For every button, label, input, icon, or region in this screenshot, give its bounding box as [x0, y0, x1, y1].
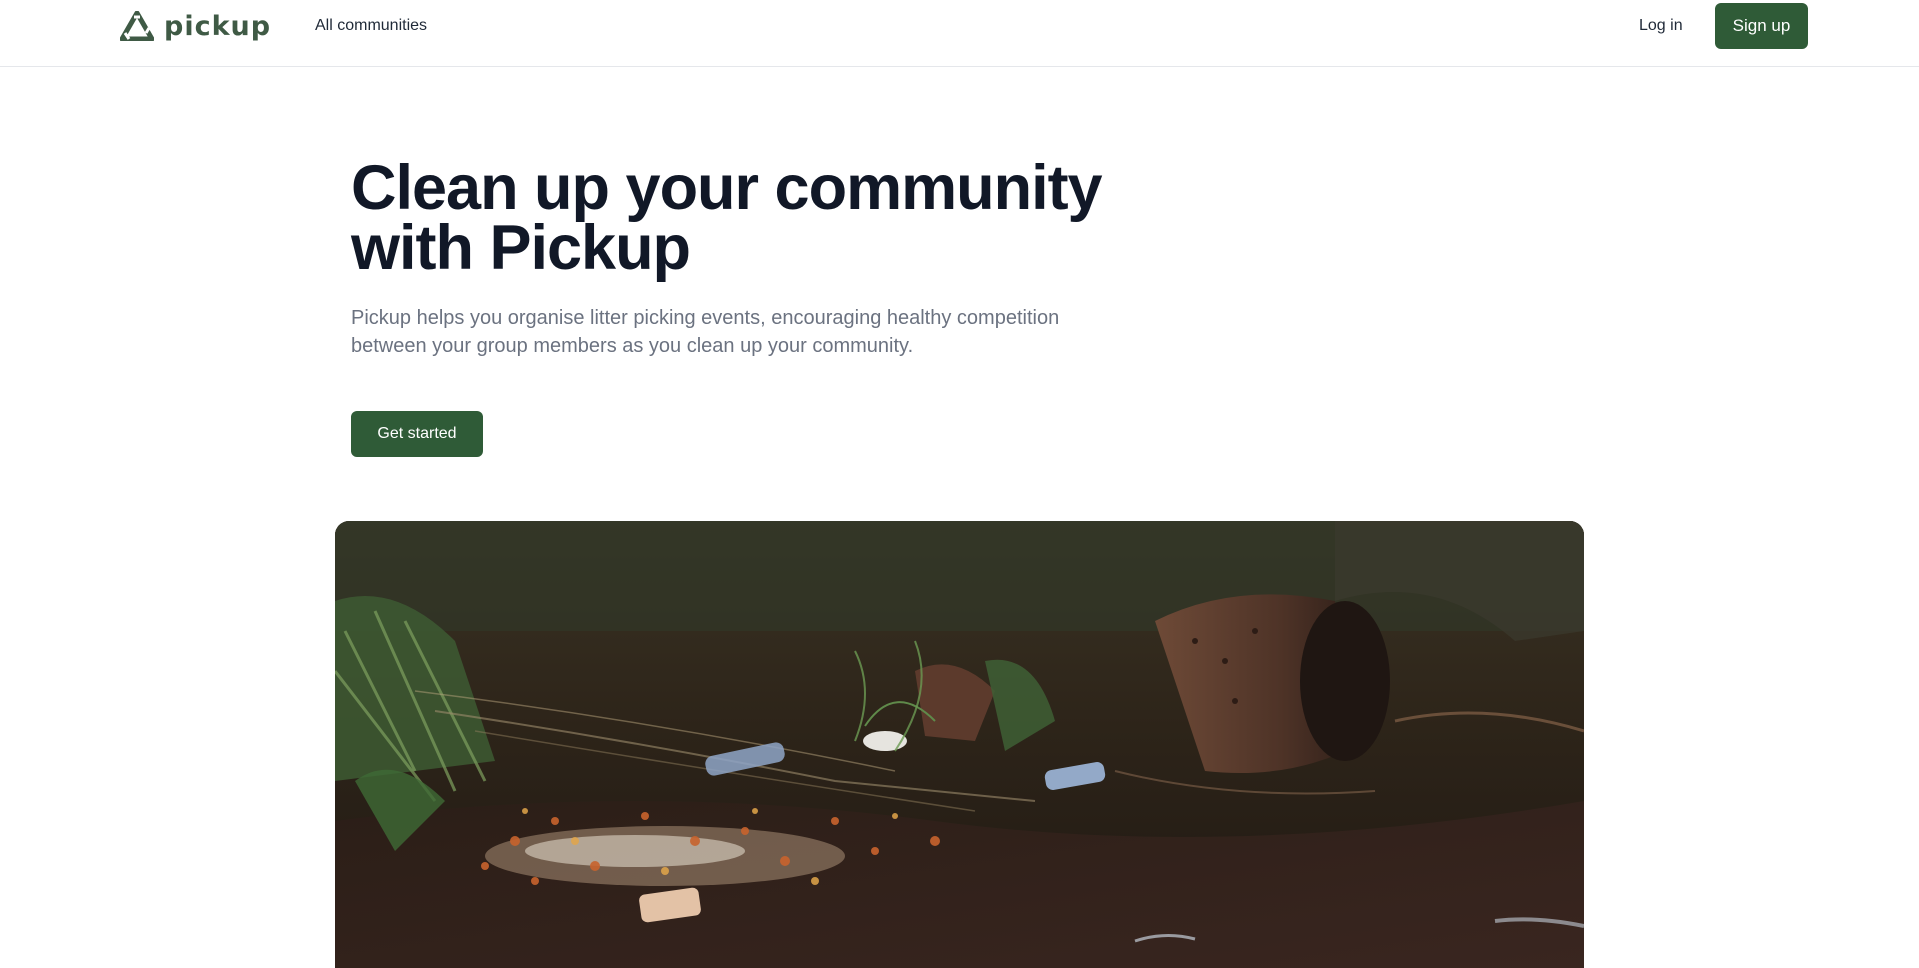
hero-section: Clean up your community with Pickup Pick… [351, 157, 1111, 360]
recycle-triangle-icon [120, 11, 154, 41]
litter-stream-photo [335, 521, 1584, 968]
brand-logo[interactable]: pickup [120, 10, 271, 42]
nav-all-communities[interactable]: All communities [315, 16, 427, 36]
signup-button[interactable]: Sign up [1715, 3, 1808, 49]
brand-name: pickup [164, 10, 272, 42]
hero-title-line2: with Pickup [351, 213, 691, 283]
hero-subtitle: Pickup helps you organise litter picking… [351, 304, 1081, 360]
top-navbar: pickup All communities Log in Sign up [0, 0, 1919, 67]
hero-image [335, 521, 1584, 968]
get-started-button[interactable]: Get started [351, 411, 483, 457]
login-link[interactable]: Log in [1639, 16, 1683, 36]
hero-title: Clean up your community with Pickup [351, 157, 1111, 280]
hero-subtitle-line1: Pickup helps you organise litter picking… [351, 307, 1060, 329]
hero-subtitle-line2: between your group members as you clean … [351, 335, 914, 357]
